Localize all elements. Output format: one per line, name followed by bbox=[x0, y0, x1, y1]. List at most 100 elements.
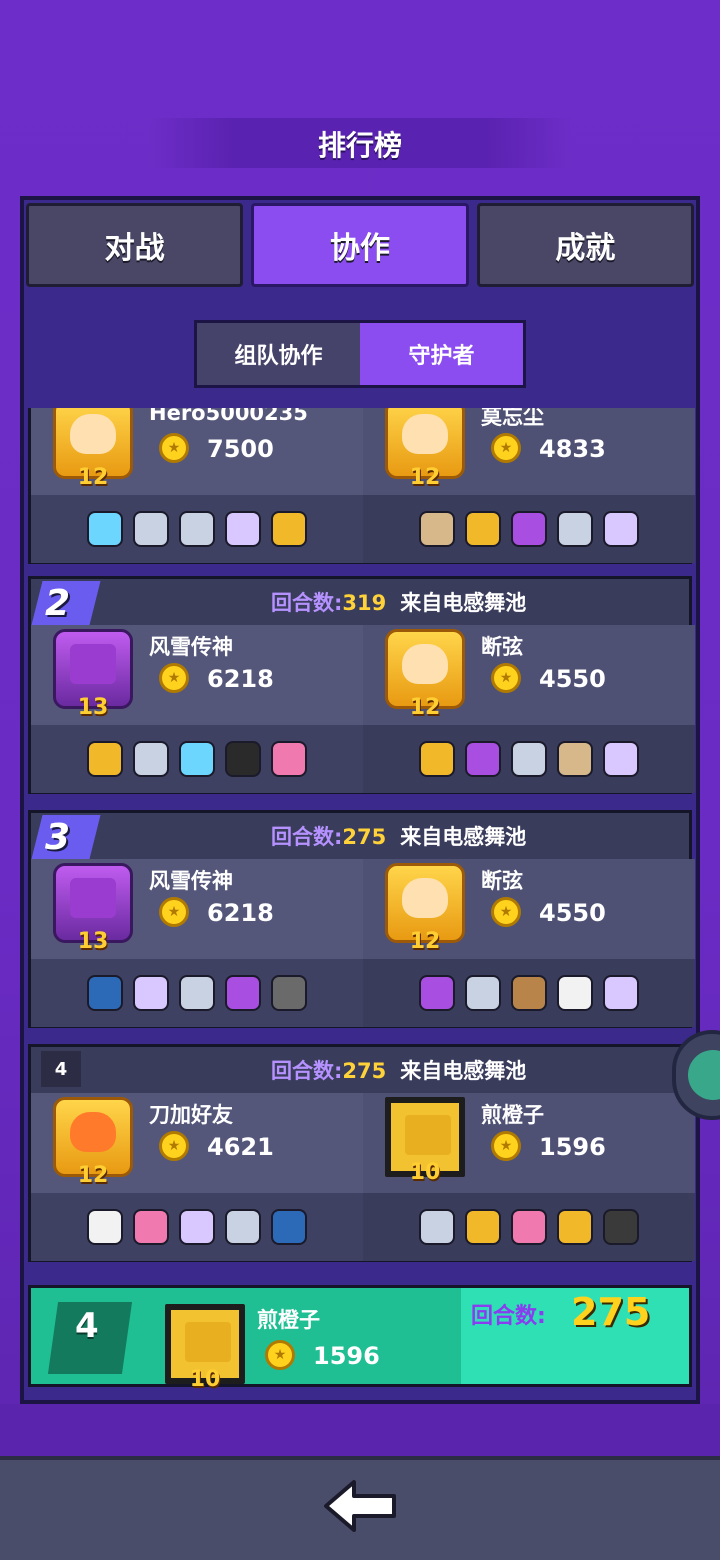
mirror-unit-icon bbox=[133, 975, 169, 1011]
player-slot: 13 风雪传神 ★ 6218 bbox=[31, 625, 363, 725]
gold-unit-icon bbox=[465, 1209, 501, 1245]
player-slot: 12 刀加好友 ★ 4621 bbox=[31, 1093, 363, 1193]
player-level: 10 bbox=[409, 1160, 441, 1185]
star-coin-icon: ★ bbox=[491, 663, 521, 693]
player-level: 12 bbox=[409, 695, 441, 720]
gold-unit-icon bbox=[557, 1209, 593, 1245]
grey-unit-icon bbox=[133, 741, 169, 777]
subtab-guardian[interactable]: 守护者 bbox=[360, 323, 523, 385]
stone-unit-icon bbox=[271, 975, 307, 1011]
robot-face-icon bbox=[70, 644, 116, 684]
gold-unit-icon bbox=[87, 741, 123, 777]
grey-unit-icon bbox=[179, 975, 215, 1011]
rounds-value: 275 bbox=[342, 1059, 387, 1083]
my-rounds-label: 回合数: bbox=[471, 1304, 546, 1329]
ice-unit-icon bbox=[179, 741, 215, 777]
brown-unit-icon bbox=[511, 975, 547, 1011]
grey-unit-icon bbox=[225, 1209, 261, 1245]
my-name: 煎橙子 bbox=[257, 1308, 320, 1332]
mirror-unit-icon bbox=[603, 511, 639, 547]
grey-unit-icon bbox=[419, 1209, 455, 1245]
player-slot: 12 断弦 ★ 4550 bbox=[363, 625, 695, 725]
blue-unit-icon bbox=[87, 975, 123, 1011]
player-level: 12 bbox=[77, 1163, 109, 1188]
white-unit-icon bbox=[87, 1209, 123, 1245]
masked-unit-icon bbox=[225, 741, 261, 777]
rounds-label: 回合数: bbox=[271, 1059, 343, 1083]
grey-unit-icon bbox=[557, 511, 593, 547]
pink-unit-icon bbox=[511, 1209, 547, 1245]
my-avatar: 10 bbox=[165, 1304, 245, 1392]
player-score: 4621 bbox=[207, 1133, 274, 1161]
unit-lineup bbox=[31, 725, 363, 793]
tab-coop[interactable]: 协作 bbox=[251, 203, 469, 287]
subtab-team-coop[interactable]: 组队协作 bbox=[197, 323, 360, 385]
player-name: 煎橙子 bbox=[481, 1103, 544, 1127]
mirror-unit-icon bbox=[603, 975, 639, 1011]
player-avatar: 12 bbox=[53, 1097, 133, 1188]
girl-face-icon bbox=[402, 878, 448, 918]
grey-unit-icon bbox=[133, 511, 169, 547]
entry-info: 回合数:275 来自电感舞池 bbox=[271, 1055, 526, 1085]
girl-face-icon bbox=[402, 644, 448, 684]
grey-unit-icon bbox=[465, 975, 501, 1011]
pumpkin-face-icon bbox=[70, 1112, 116, 1152]
list-item[interactable]: 2 回合数:319 来自电感舞池 13 风雪传神 ★ 6218 12 断弦 ★ 4… bbox=[28, 576, 695, 794]
entry-header: 2 回合数:319 来自电感舞池 bbox=[31, 579, 689, 625]
player-level: 13 bbox=[77, 929, 109, 954]
my-level: 10 bbox=[189, 1367, 221, 1392]
star-coin-icon: ★ bbox=[159, 433, 189, 463]
tab-achievement[interactable]: 成就 bbox=[476, 203, 694, 287]
list-item[interactable]: 3 回合数:275 来自电感舞池 13 风雪传神 ★ 6218 12 断弦 ★ 4… bbox=[28, 810, 695, 1028]
player-name: 断弦 bbox=[481, 869, 523, 893]
star-coin-icon: ★ bbox=[491, 1131, 521, 1161]
rank-number: 3 bbox=[45, 817, 71, 858]
ranking-list[interactable]: 12 Hero5000235 ★ 7500 12 莫忘尘 ★ 4833 2 回合… bbox=[24, 408, 696, 1272]
robot-face-icon bbox=[70, 878, 116, 918]
grey-unit-icon bbox=[179, 511, 215, 547]
player-avatar: 13 bbox=[53, 629, 133, 720]
unit-lineup bbox=[31, 1193, 363, 1261]
decorative-dots bbox=[0, 1404, 720, 1456]
player-avatar: 12 bbox=[385, 629, 465, 720]
main-tabs: 对战 协作 成就 bbox=[26, 203, 694, 289]
star-coin-icon: ★ bbox=[159, 897, 189, 927]
mummy-unit-icon bbox=[557, 741, 593, 777]
purple-unit-icon bbox=[419, 975, 455, 1011]
back-arrow-icon bbox=[324, 1480, 396, 1532]
rank-number: 4 bbox=[41, 1051, 81, 1087]
player-score: 6218 bbox=[207, 899, 274, 927]
gold-unit-icon bbox=[465, 511, 501, 547]
back-button[interactable] bbox=[320, 1474, 400, 1538]
player-name: 刀加好友 bbox=[149, 1103, 233, 1127]
grey-unit-icon bbox=[511, 741, 547, 777]
purple-unit-icon bbox=[465, 741, 501, 777]
gold-unit-icon bbox=[419, 741, 455, 777]
rounds-value: 319 bbox=[342, 591, 387, 615]
list-item[interactable]: 4 回合数:275 来自电感舞池 12 刀加好友 ★ 4621 10 煎橙子 ★ … bbox=[28, 1044, 695, 1262]
source-text: 来自电感舞池 bbox=[400, 825, 527, 849]
mirror-unit-icon bbox=[179, 1209, 215, 1245]
unit-lineup bbox=[31, 959, 363, 1027]
entry-info: 回合数:319 来自电感舞池 bbox=[271, 587, 526, 617]
unit-lineup bbox=[363, 1193, 695, 1261]
my-score: 1596 bbox=[313, 1342, 380, 1370]
player-avatar: 12 bbox=[53, 408, 133, 490]
unit-lineup bbox=[363, 725, 695, 793]
player-score: 7500 bbox=[207, 435, 274, 463]
star-coin-icon: ★ bbox=[265, 1340, 295, 1370]
player-name: Hero5000235 bbox=[149, 408, 308, 425]
gold-box-icon bbox=[405, 1115, 451, 1155]
player-level: 12 bbox=[77, 465, 109, 490]
source-text: 来自电感舞池 bbox=[400, 591, 527, 615]
player-slot: 13 风雪传神 ★ 6218 bbox=[31, 859, 363, 959]
white-unit-icon bbox=[557, 975, 593, 1011]
star-coin-icon: ★ bbox=[491, 433, 521, 463]
tab-battle[interactable]: 对战 bbox=[26, 203, 244, 287]
my-rank-bar: 4 10 煎橙子 ★ 1596 回合数: 275 bbox=[28, 1285, 692, 1392]
list-item[interactable]: 12 Hero5000235 ★ 7500 12 莫忘尘 ★ 4833 bbox=[28, 408, 695, 564]
rounds-label: 回合数: bbox=[271, 825, 343, 849]
mirror-unit-icon bbox=[225, 511, 261, 547]
gold-unit-icon bbox=[271, 511, 307, 547]
pink-unit-icon bbox=[133, 1209, 169, 1245]
